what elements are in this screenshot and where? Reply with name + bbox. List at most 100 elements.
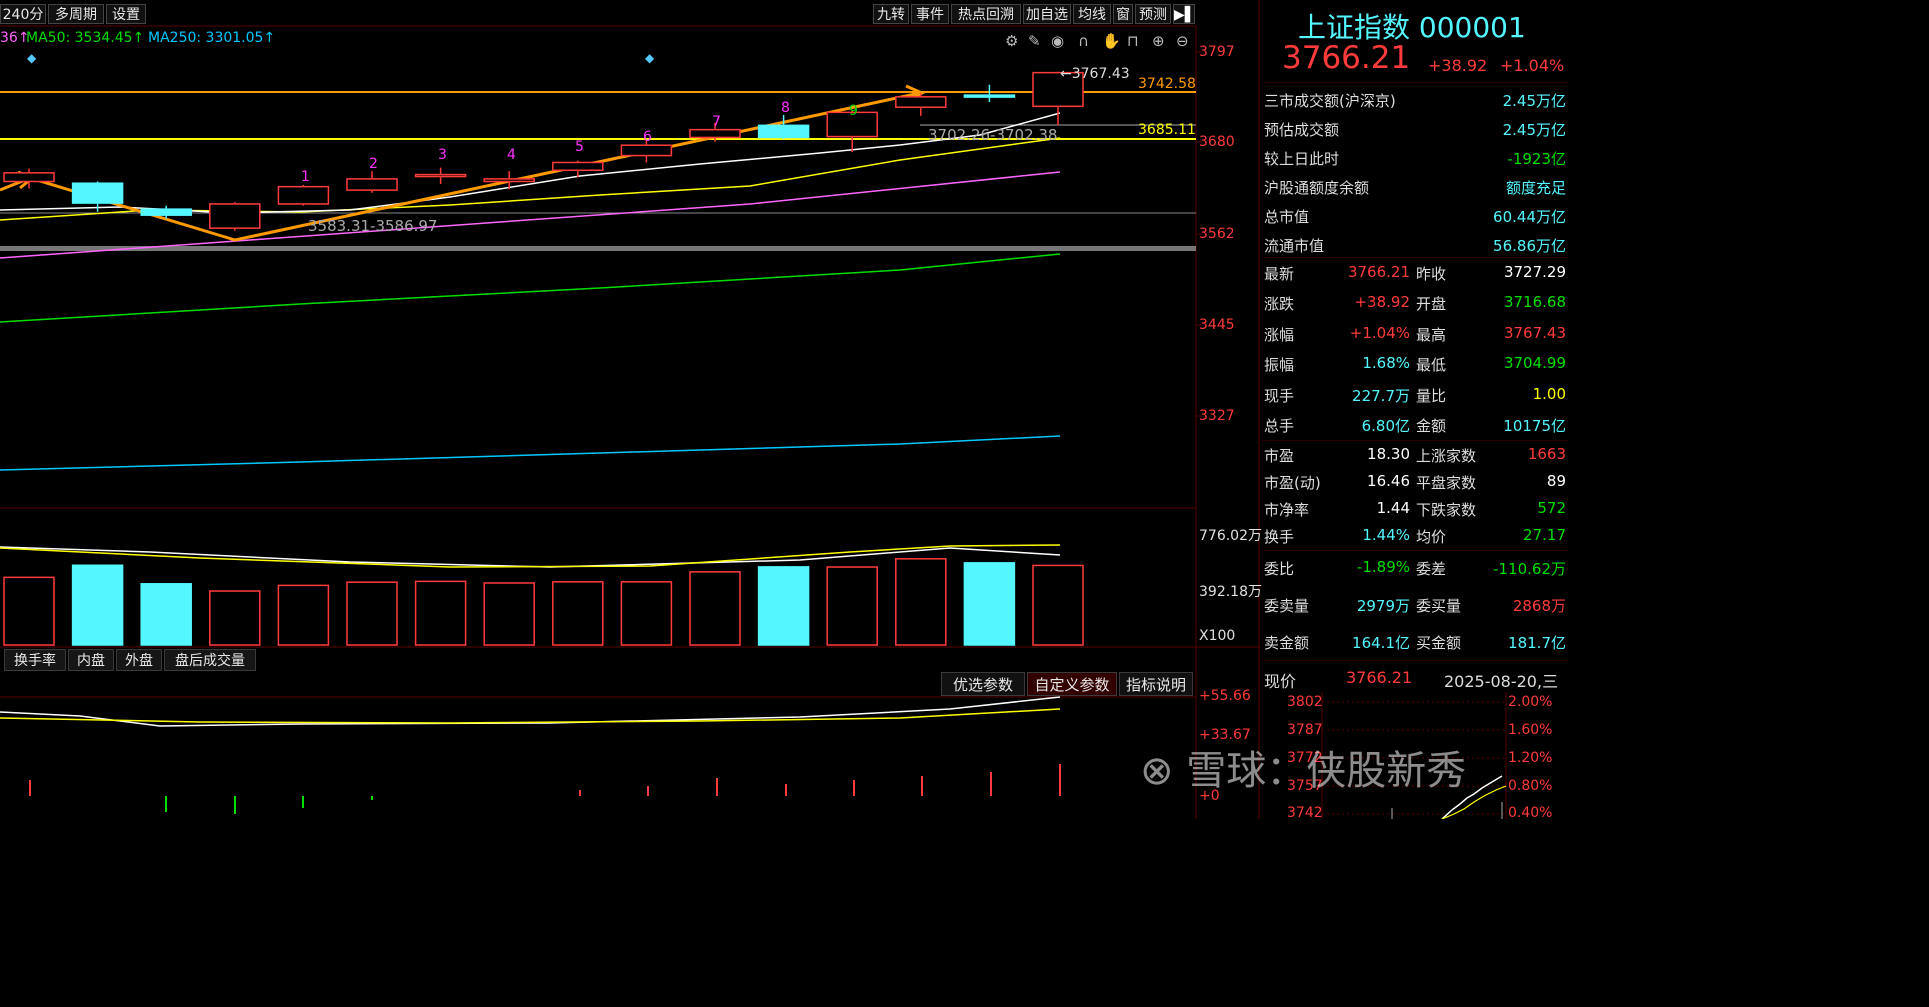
row-label: 预估成交额 <box>1264 121 1340 139</box>
tab-inner[interactable]: 内盘 <box>68 649 114 671</box>
row-value: 2.45万亿 <box>1502 92 1566 110</box>
ma60-line <box>0 253 1061 323</box>
valuation-row: 换手 1.44% 均价 27.17 <box>1262 522 1568 548</box>
volume-bar <box>757 566 810 646</box>
row-label: 昨收 <box>1416 265 1447 283</box>
volume-bar <box>620 581 673 646</box>
volume-tick: 392.18万 <box>1199 584 1262 600</box>
row-value: 164.1亿 <box>1352 634 1410 652</box>
row-label: 平盘家数 <box>1416 474 1477 492</box>
mini-right-tick: 1.20% <box>1508 750 1553 766</box>
volume-bar <box>346 581 398 646</box>
mini-right-tick: 0.40% <box>1508 805 1553 821</box>
market-stat-row: 较上日此时 -1923亿 <box>1262 144 1568 170</box>
price-tick: 3680 <box>1199 134 1235 150</box>
row-value: 1.44 <box>1376 499 1410 517</box>
row-label: 总手 <box>1264 417 1295 435</box>
price-tick: 3445 <box>1199 317 1235 333</box>
row-value: 3727.29 <box>1503 263 1566 281</box>
volume-bar <box>3 576 55 646</box>
volume-bar <box>963 562 1016 646</box>
row-label: 涨幅 <box>1264 325 1295 344</box>
level-1-label: 3742.58 <box>1138 76 1196 92</box>
row-value: 2868万 <box>1512 597 1566 615</box>
candle-body <box>757 124 810 139</box>
row-value: 2.45万亿 <box>1502 121 1566 139</box>
range-label: 3583.31-3586.97 <box>308 217 438 235</box>
preferred-params-tab[interactable]: 优选参数 <box>941 672 1025 696</box>
candle-body <box>483 178 535 183</box>
nine-turn-count: 1 <box>301 169 310 185</box>
nine-turn-count: 2 <box>369 156 378 172</box>
row-label: 较上日此时 <box>1264 150 1340 168</box>
row-value: 16.46 <box>1367 472 1410 490</box>
ma250-line <box>0 435 1061 471</box>
row-label: 卖金额 <box>1264 634 1310 652</box>
row-value: 1.00 <box>1532 384 1566 403</box>
mini-left-tick: 3787 <box>1287 722 1323 738</box>
volume-bars-group <box>3 558 1084 646</box>
row-label: 市净率 <box>1264 501 1310 519</box>
tab-after-hours[interactable]: 盘后成交量 <box>164 649 256 671</box>
row-label: 开盘 <box>1416 295 1447 314</box>
valuation-row: 市盈(动) 16.46 平盘家数 89 <box>1262 468 1568 494</box>
price-change: +38.92 <box>1428 56 1488 75</box>
row-value: 56.86万亿 <box>1493 237 1566 255</box>
row-label: 下跌家数 <box>1416 501 1477 519</box>
row-label: 委差 <box>1416 560 1447 578</box>
market-stat-row: 三市成交额(沪深京) 2.45万亿 <box>1262 86 1568 112</box>
mini-left-tick: 3802 <box>1287 694 1323 710</box>
nine-turn-count: 4 <box>507 147 516 163</box>
volume-unit: X100 <box>1199 628 1236 644</box>
quote-row: 总手 6.80亿 金额 10175亿 <box>1262 411 1568 437</box>
price-tick: 3327 <box>1199 408 1235 424</box>
row-value: +38.92 <box>1354 293 1410 312</box>
order-book-row: 委卖量 2979万 委买量 2868万 <box>1262 591 1568 617</box>
quote-row: 最新 3766.21 昨收 3727.29 <box>1262 259 1568 285</box>
mini-label: 现价 <box>1264 672 1297 691</box>
row-value: -1923亿 <box>1507 150 1566 168</box>
tab-turnover[interactable]: 换手率 <box>4 649 66 671</box>
tab-outer[interactable]: 外盘 <box>116 649 162 671</box>
row-label: 量比 <box>1416 386 1447 405</box>
order-book-row: 委比 -1.89% 委差 -110.62万 <box>1262 554 1568 580</box>
volume-bar <box>1032 564 1084 646</box>
mini-left-tick: 3742 <box>1287 805 1323 821</box>
valuation-row: 市净率 1.44 下跌家数 572 <box>1262 495 1568 521</box>
row-label: 均价 <box>1416 528 1447 546</box>
support-band <box>0 246 1196 251</box>
volume-bar <box>71 564 124 646</box>
row-value: 3767.43 <box>1503 323 1566 342</box>
market-stat-row: 沪股通额度余额 额度充足 <box>1262 173 1568 199</box>
row-value: 3704.99 <box>1503 354 1566 373</box>
volume-bar <box>826 566 878 646</box>
row-value: 18.30 <box>1367 445 1410 463</box>
candle-body <box>346 178 398 191</box>
volume-bar <box>414 580 467 646</box>
quote-row: 现手 227.7万 量比 1.00 <box>1262 381 1568 407</box>
event-marker: ◆ <box>645 51 655 65</box>
custom-params-tab[interactable]: 自定义参数 <box>1027 672 1117 696</box>
row-label: 市盈(动) <box>1264 474 1321 492</box>
row-value: 89 <box>1546 472 1566 490</box>
mini-right-tick: 1.60% <box>1508 722 1553 738</box>
market-stat-row: 总市值 60.44万亿 <box>1262 202 1568 228</box>
row-label: 换手 <box>1264 528 1295 546</box>
candle-body <box>209 203 261 229</box>
row-value: +1.04% <box>1349 323 1410 342</box>
row-value: 27.17 <box>1523 526 1566 544</box>
watermark: ⊗ 雪球：侠股新秀 <box>1140 748 1467 794</box>
indicator-help-tab[interactable]: 指标说明 <box>1119 672 1193 696</box>
row-label: 上涨家数 <box>1416 447 1477 465</box>
row-label: 总市值 <box>1264 208 1310 226</box>
market-stat-row: 流通市值 56.86万亿 <box>1262 231 1568 257</box>
row-value: -1.89% <box>1356 558 1410 576</box>
row-label: 委买量 <box>1416 597 1462 615</box>
mini-right-tick: 0.80% <box>1508 778 1553 794</box>
volume-bar <box>140 583 192 646</box>
volume-bar <box>483 582 535 646</box>
row-label: 委比 <box>1264 560 1295 578</box>
market-stat-row: 预估成交额 2.45万亿 <box>1262 115 1568 141</box>
volume-bar <box>895 558 947 646</box>
row-value: 572 <box>1537 499 1566 517</box>
